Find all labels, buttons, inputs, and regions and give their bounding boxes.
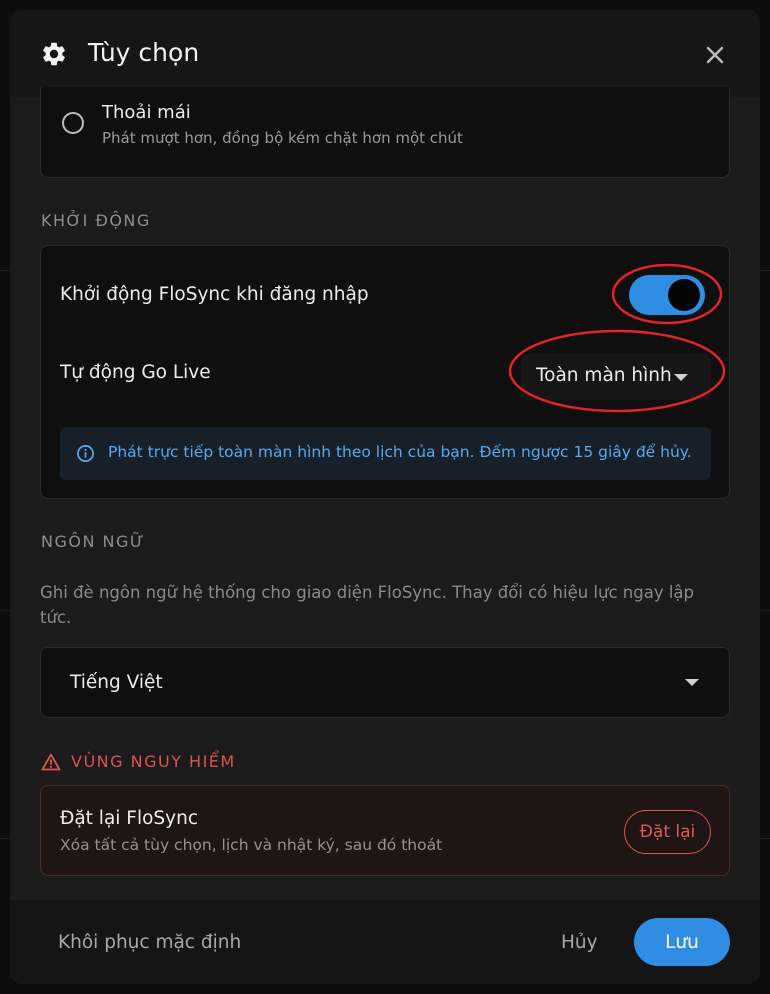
chevron-down-icon — [674, 374, 688, 381]
warning-icon — [41, 753, 61, 771]
section-label-language: NGÔN NGỮ — [41, 532, 146, 551]
info-banner: Phát trực tiếp toàn màn hình theo lịch c… — [60, 427, 711, 480]
reset-title: Đặt lại FloSync — [60, 808, 198, 829]
gear-icon — [43, 42, 65, 66]
dialog-title: Tùy chọn — [88, 38, 200, 67]
chevron-down-icon — [685, 679, 699, 686]
restore-defaults-button[interactable]: Khôi phục mặc định — [58, 932, 241, 953]
settings-dialog: Tùy chọn Thoải mái Phát mượt hơn, đồng b… — [10, 10, 760, 984]
language-description: Ghi đè ngôn ngữ hệ thống cho giao diện F… — [40, 583, 695, 627]
cancel-button[interactable]: Hủy — [561, 932, 598, 953]
close-button[interactable] — [700, 40, 730, 70]
reset-description: Xóa tất cả tùy chọn, lịch và nhật ký, sa… — [60, 836, 443, 854]
auto-go-live-label: Tự động Go Live — [60, 362, 211, 383]
option-title: Thoải mái — [102, 102, 191, 123]
close-icon — [706, 46, 724, 64]
radio-button[interactable] — [62, 112, 84, 134]
auto-go-live-select[interactable]: Toàn màn hình — [521, 354, 711, 400]
language-select[interactable]: Tiếng Việt — [40, 647, 730, 718]
section-label-startup: KHỞI ĐỘNG — [41, 211, 151, 230]
dialog-header: Tùy chọn — [10, 10, 760, 97]
launch-on-login-toggle[interactable] — [629, 275, 705, 315]
toggle-knob — [668, 279, 700, 311]
playback-option-relaxed[interactable]: Thoải mái Phát mượt hơn, đồng bộ kém chặ… — [40, 87, 730, 178]
danger-zone-label: VÙNG NGUY HIỂM — [71, 752, 236, 771]
dialog-footer: Khôi phục mặc định Hủy Lưu — [10, 900, 760, 984]
reset-button[interactable]: Đặt lại — [624, 810, 711, 854]
auto-go-live-value: Toàn màn hình — [536, 365, 672, 386]
save-button-label: Lưu — [665, 931, 699, 953]
reset-card: Đặt lại FloSync Xóa tất cả tùy chọn, lịc… — [40, 785, 730, 876]
launch-on-login-label: Khởi động FloSync khi đăng nhập — [60, 284, 369, 305]
save-button[interactable]: Lưu — [634, 918, 730, 966]
language-value: Tiếng Việt — [70, 672, 163, 693]
option-description: Phát mượt hơn, đồng bộ kém chặt hơn một … — [102, 129, 463, 147]
info-icon — [77, 445, 94, 462]
reset-button-label: Đặt lại — [639, 822, 696, 842]
startup-card: Khởi động FloSync khi đăng nhập Tự động … — [40, 245, 730, 499]
info-text: Phát trực tiếp toàn màn hình theo lịch c… — [108, 443, 692, 461]
